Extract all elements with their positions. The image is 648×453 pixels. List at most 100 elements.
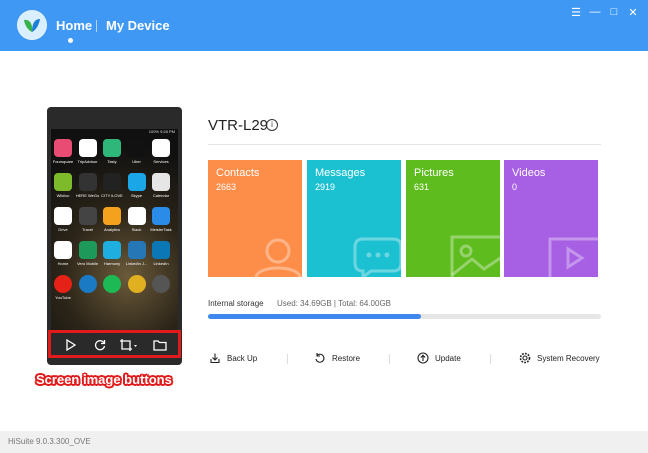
phone-app-label: Slack	[131, 227, 142, 232]
phone-app-label: CITY iLOVE	[101, 193, 123, 198]
device-model-name: VTR-L29	[208, 117, 269, 134]
storage-label: Internal storage	[208, 299, 264, 308]
phone-app-label: LinkedIn	[153, 261, 169, 266]
tile-count: 0	[512, 182, 518, 192]
restore-icon	[315, 353, 325, 363]
phone-preview: 100% 9:28 PM Foursquare TripAdvisor Tasty U…	[47, 107, 182, 365]
phone-app-icon	[127, 173, 146, 191]
update-label: Update	[435, 354, 461, 363]
system-recovery-label: System Recovery	[537, 354, 600, 363]
nav-my-device-tab[interactable]: My Device	[106, 18, 170, 33]
phone-app-icon	[152, 139, 170, 157]
storage-progress-fill	[208, 314, 421, 319]
title-bar: Home My Device ☰ — □ ✕	[0, 0, 648, 51]
storage-usage-text: Used: 34.69GB | Total: 64.00GB	[277, 299, 391, 308]
action-separator	[287, 354, 288, 364]
play-icon[interactable]	[63, 337, 79, 353]
phone-app-label: Foursquare	[52, 159, 74, 164]
nav-home-tab[interactable]: Home	[56, 18, 92, 33]
phone-app-label: Analytics	[103, 227, 120, 232]
phone-app-icon	[127, 241, 146, 259]
backup-label: Back Up	[227, 354, 258, 363]
phone-app-icon	[127, 139, 146, 157]
phone-app-label: LinkedIn J...	[125, 261, 148, 266]
videos-tile[interactable]: Videos 0	[504, 160, 598, 277]
phone-app-icon	[103, 139, 121, 157]
phone-app-label: Home	[57, 261, 69, 266]
restore-label: Restore	[332, 354, 361, 363]
phone-app-icon	[78, 275, 97, 293]
tile-count: 2919	[315, 182, 336, 192]
active-tab-indicator	[68, 38, 73, 43]
pictures-tile[interactable]: Pictures 631	[406, 160, 500, 277]
phone-app-icon	[54, 275, 72, 293]
phone-app-label: Calendar	[152, 193, 170, 198]
phone-app-label: Vero Mobile	[76, 261, 99, 266]
status-footer: HiSuite 9.0.3.300_OVE	[0, 431, 648, 453]
phone-app-icon	[152, 275, 170, 293]
contacts-tile[interactable]: Contacts 2663	[208, 160, 302, 277]
phone-app-label: Tasty	[107, 159, 117, 164]
maximize-icon[interactable]: □	[607, 6, 621, 18]
hisuite-logo	[17, 10, 47, 40]
update-button[interactable]: Update	[417, 352, 477, 366]
tile-count: 631	[414, 182, 430, 192]
phone-status-bar: 100% 9:28 PM	[148, 129, 175, 134]
folder-icon[interactable]	[152, 337, 168, 353]
menu-icon[interactable]: ☰	[569, 6, 583, 19]
phone-app-icon	[103, 173, 121, 191]
phone-app-icon	[103, 207, 121, 225]
phone-app-icon	[103, 275, 121, 293]
tile-label: Contacts	[216, 167, 260, 179]
version-text: HiSuite 9.0.3.300_OVE	[8, 437, 91, 446]
tile-label: Pictures	[414, 167, 454, 179]
phone-app-icon	[152, 241, 170, 259]
tile-label: Messages	[315, 167, 366, 179]
phone-app-label: Drive	[58, 227, 68, 232]
storage-progress-bar	[208, 314, 601, 319]
tile-count: 2663	[216, 182, 237, 192]
phone-app-label: MeisterTask	[150, 227, 172, 232]
phone-app-icon	[54, 241, 72, 259]
phone-app-icon	[127, 207, 146, 225]
refresh-icon[interactable]	[92, 337, 108, 353]
contacts-icon	[254, 238, 302, 277]
action-separator	[490, 354, 491, 364]
nav-separator	[96, 20, 97, 32]
tile-label: Videos	[512, 167, 546, 179]
header-divider	[208, 144, 601, 145]
action-separator	[389, 354, 390, 364]
phone-app-label: Travel	[82, 227, 93, 232]
messages-icon	[353, 237, 401, 277]
backup-button[interactable]: Back Up	[209, 352, 269, 366]
phone-app-icon	[78, 139, 97, 157]
phone-app-icon	[78, 241, 97, 259]
phone-app-icon	[152, 207, 170, 225]
info-icon[interactable]: i	[266, 119, 278, 131]
phone-app-label: Harmony	[103, 261, 121, 266]
restore-button[interactable]: Restore	[314, 352, 374, 366]
phone-app-label: Uber	[132, 159, 141, 164]
phone-app-icon	[152, 173, 170, 191]
videos-icon	[548, 237, 598, 277]
update-icon	[417, 352, 429, 364]
phone-app-label: Skype	[130, 193, 143, 198]
phone-app-icon	[54, 207, 72, 225]
minimize-icon[interactable]: —	[588, 6, 602, 18]
messages-tile[interactable]: Messages 2919	[307, 160, 401, 277]
phone-app-label: Services	[153, 159, 169, 164]
screen-image-buttons-callout: Screen image buttons	[36, 372, 172, 387]
close-icon[interactable]: ✕	[626, 6, 640, 19]
crop-dropdown-icon[interactable]	[118, 337, 140, 353]
phone-app-icon	[78, 173, 97, 191]
phone-app-icon	[54, 139, 72, 157]
phone-app-label: YouTube	[55, 295, 71, 300]
phone-app-icon	[78, 207, 97, 225]
gear-icon	[519, 352, 531, 364]
phone-app-label: Wikiloc	[56, 193, 70, 198]
pictures-icon	[450, 235, 500, 277]
hisuite-window: Home My Device ☰ — □ ✕ 100% 9:28 PM Four…	[0, 0, 648, 453]
phone-app-icon	[54, 173, 72, 191]
phone-app-icon	[127, 275, 146, 293]
system-recovery-button[interactable]: System Recovery	[519, 352, 604, 366]
